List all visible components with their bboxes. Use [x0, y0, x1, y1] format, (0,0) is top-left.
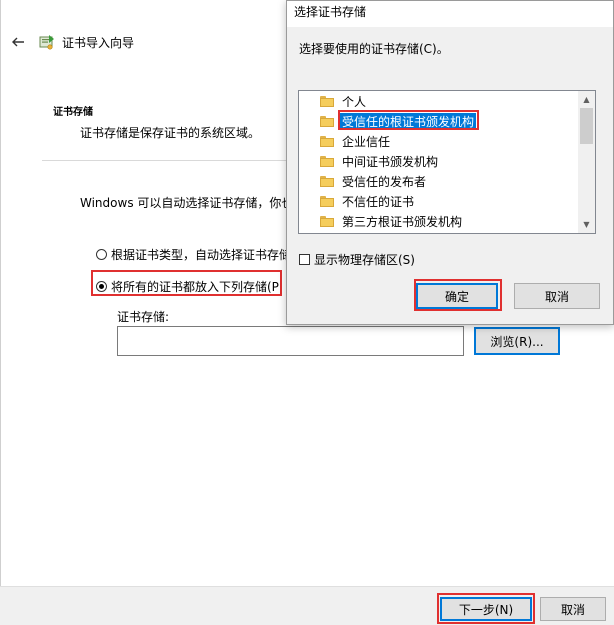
- tree-item-intermediate[interactable]: 中间证书颁发机构: [320, 152, 440, 170]
- tree-item-trusted-root[interactable]: 受信任的根证书颁发机构: [320, 112, 477, 130]
- scroll-up-arrow-icon[interactable]: ▲: [578, 91, 595, 108]
- tree-item-third-party-root[interactable]: 第三方根证书颁发机构: [320, 212, 464, 230]
- tree-item-enterprise-trust[interactable]: 企业信任: [320, 132, 392, 150]
- checkbox-box[interactable]: [299, 254, 310, 265]
- scroll-down-arrow-icon[interactable]: ▼: [578, 216, 595, 233]
- dialog-titlebar: 选择证书存储: [287, 1, 613, 27]
- auto-select-description: Windows 可以自动选择证书存储，你也: [80, 196, 294, 210]
- radio-auto-select[interactable]: 根据证书类型，自动选择证书存储: [96, 246, 291, 263]
- folder-icon: [320, 95, 334, 107]
- tree-item-label: 企业信任: [342, 134, 391, 149]
- select-certificate-store-dialog: 选择证书存储 选择要使用的证书存储(C)。 个人 受信任的根证书颁发机构 企业信…: [286, 0, 614, 325]
- certificate-icon: [39, 35, 54, 50]
- back-arrow-icon[interactable]: [10, 34, 26, 50]
- radio-place-all-in-store-indicator[interactable]: [96, 281, 107, 292]
- tree-item-label: 受信任的发布者: [342, 174, 427, 189]
- show-physical-stores-label: 显示物理存储区(S): [314, 253, 415, 267]
- tree-item-trusted-publishers[interactable]: 受信任的发布者: [320, 172, 428, 190]
- scroll-thumb[interactable]: [580, 108, 593, 144]
- folder-icon: [320, 135, 334, 147]
- next-button[interactable]: 下一步(N): [440, 597, 532, 621]
- certificate-store-label: 证书存储:: [117, 310, 170, 324]
- dialog-cancel-button[interactable]: 取消: [514, 283, 600, 309]
- radio-place-all-in-store-label: 将所有的证书都放入下列存储(P: [111, 280, 279, 294]
- tree-item-personal[interactable]: 个人: [320, 92, 368, 110]
- section-title: 证书存储: [53, 107, 93, 118]
- certificate-store-tree[interactable]: 个人 受信任的根证书颁发机构 企业信任 中间证书颁发机构 受信任的发布者 不信任…: [298, 90, 596, 234]
- dialog-title: 选择证书存储: [294, 5, 367, 19]
- radio-auto-select-label: 根据证书类型，自动选择证书存储: [111, 248, 292, 262]
- tree-item-label: 中间证书颁发机构: [342, 154, 439, 169]
- tree-item-label: 第三方根证书颁发机构: [342, 214, 463, 229]
- wizard-title: 证书导入向导: [62, 36, 135, 50]
- folder-icon: [320, 175, 334, 187]
- tree-item-untrusted[interactable]: 不信任的证书: [320, 192, 416, 210]
- wizard-cancel-button[interactable]: 取消: [540, 597, 606, 621]
- tree-item-label: 不信任的证书: [342, 194, 415, 209]
- radio-auto-select-indicator[interactable]: [96, 249, 107, 260]
- ok-button[interactable]: 确定: [416, 283, 498, 309]
- section-description: 证书存储是保存证书的系统区域。: [80, 126, 261, 140]
- dialog-prompt: 选择要使用的证书存储(C)。: [299, 42, 449, 56]
- radio-place-all-in-store[interactable]: 将所有的证书都放入下列存储(P: [96, 278, 279, 295]
- folder-icon: [320, 195, 334, 207]
- browse-button[interactable]: 浏览(R)...: [474, 327, 560, 355]
- show-physical-stores-checkbox[interactable]: 显示物理存储区(S): [299, 251, 415, 268]
- tree-scrollbar[interactable]: ▲ ▼: [578, 91, 595, 233]
- certificate-store-field[interactable]: [117, 326, 464, 356]
- window-edge: [0, 0, 1, 625]
- folder-icon: [320, 215, 334, 227]
- folder-icon: [320, 115, 334, 127]
- tree-item-label: 个人: [342, 94, 367, 109]
- tree-item-label: 受信任的根证书颁发机构: [340, 112, 477, 130]
- folder-icon: [320, 155, 334, 167]
